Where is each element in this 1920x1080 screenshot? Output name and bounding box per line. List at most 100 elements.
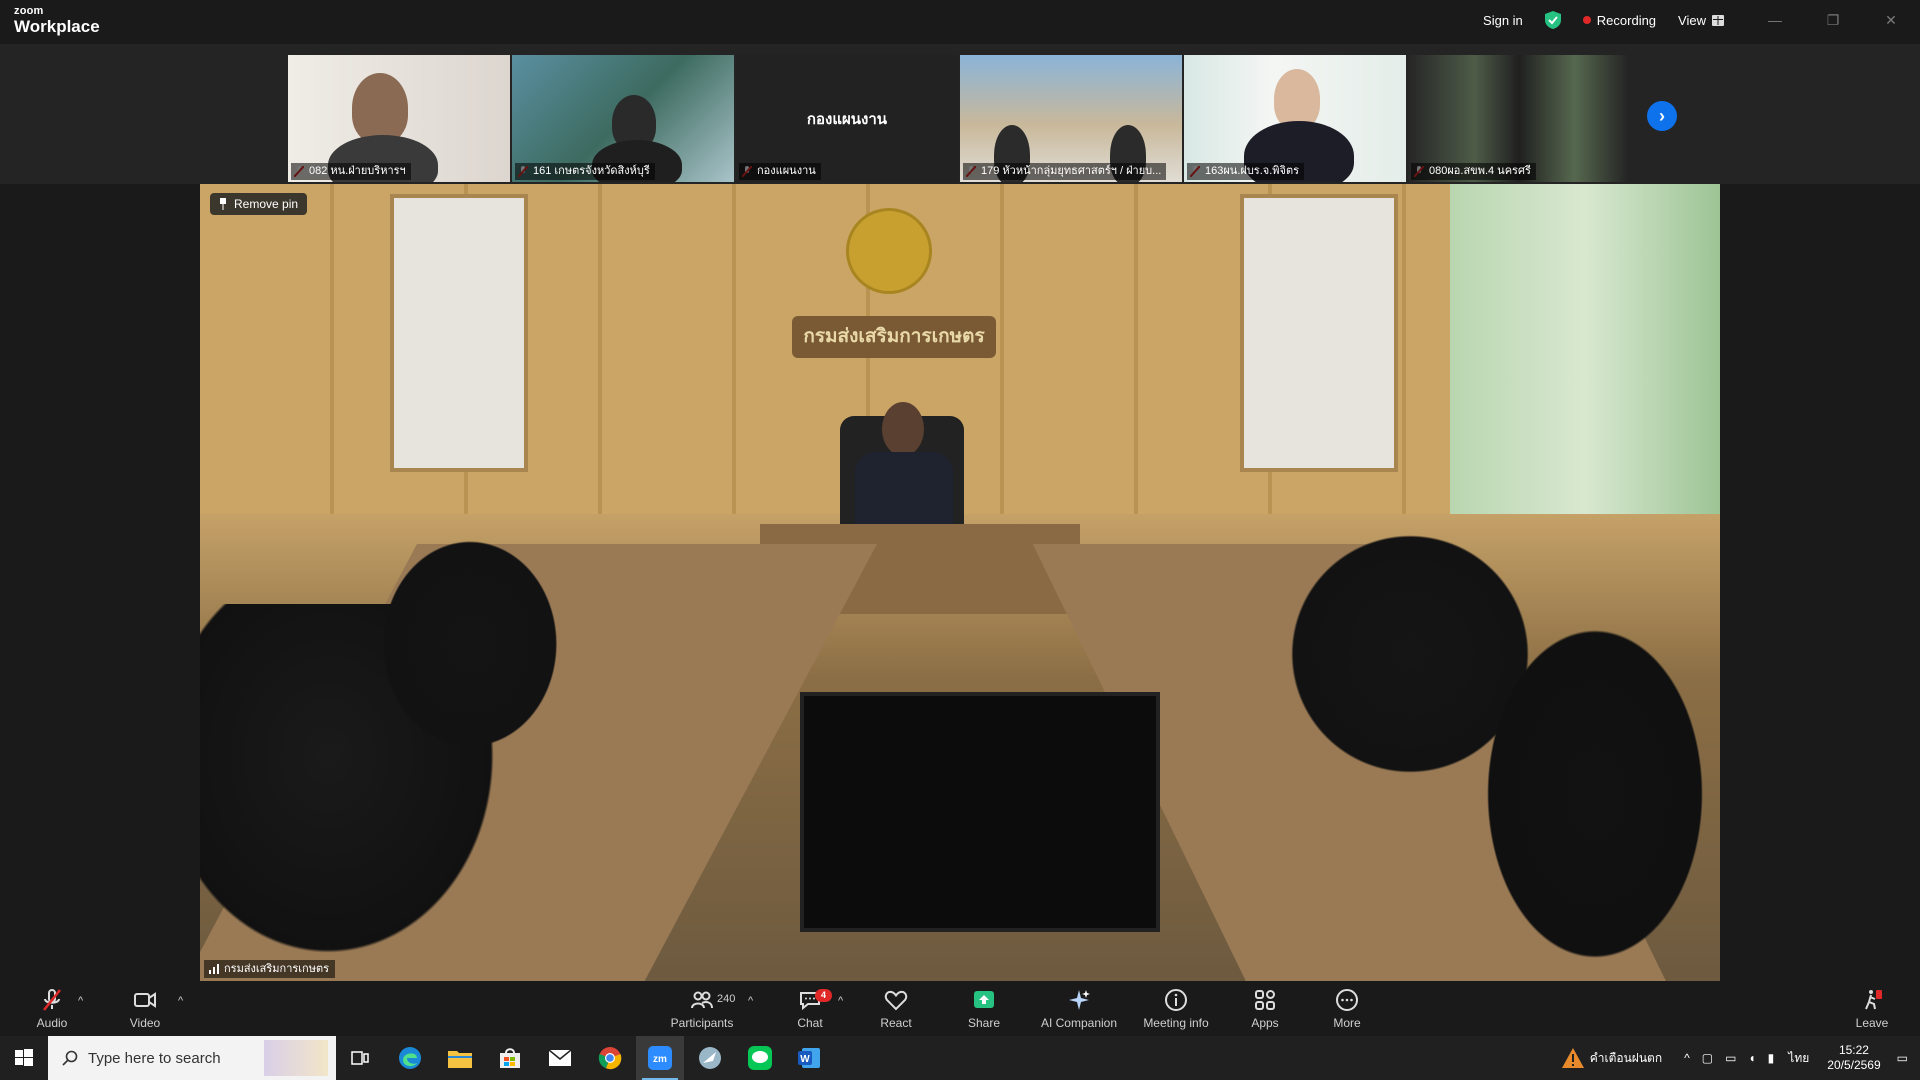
system-tray: คำเตือนฝนตก ^ ▢ ▭ ◖ ▮ ไทย 15:22 20/5/256… <box>1561 1036 1920 1080</box>
view-button[interactable]: View <box>1678 13 1724 28</box>
input-language[interactable]: ไทย <box>1788 1049 1809 1068</box>
svg-text:zm: zm <box>653 1054 667 1065</box>
tile-name: 082 หน.ฝ่ายบริหารฯ <box>291 163 411 180</box>
task-view-icon <box>351 1051 369 1065</box>
react-button[interactable]: React <box>874 981 918 1036</box>
mic-muted-icon <box>43 988 61 1011</box>
svg-text:W: W <box>800 1054 810 1065</box>
gallery-tile[interactable]: 080ผอ.สขพ.4 นครศรี <box>1408 55 1630 182</box>
folder-icon <box>448 1051 472 1068</box>
taskbar-file-explorer[interactable] <box>436 1036 484 1080</box>
video-label: Video <box>129 1015 161 1030</box>
apps-button[interactable]: Apps <box>1243 981 1287 1036</box>
apps-icon <box>1255 989 1275 1010</box>
leave-label: Leave <box>1855 1015 1889 1030</box>
search-placeholder: Type here to search <box>88 1049 221 1067</box>
taskbar-search[interactable]: Type here to search <box>48 1036 336 1080</box>
ai-companion-button[interactable]: AI Companion <box>1038 981 1120 1036</box>
weather-warning-icon <box>1561 1048 1584 1068</box>
monitor <box>800 692 1160 932</box>
task-view-button[interactable] <box>336 1036 384 1080</box>
taskbar-edge[interactable] <box>386 1036 434 1080</box>
close-button[interactable]: ✕ <box>1862 0 1920 40</box>
meet-now-icon[interactable]: ▢ <box>1702 1051 1713 1065</box>
participants-button[interactable]: Participants <box>664 981 740 1036</box>
share-button[interactable]: Share <box>962 981 1006 1036</box>
participants-icon <box>691 991 713 1008</box>
meeting-info-button[interactable]: Meeting info <box>1138 981 1214 1036</box>
heart-icon <box>884 990 908 1010</box>
minimize-button[interactable]: — <box>1746 0 1804 40</box>
leave-button[interactable]: Leave <box>1850 981 1894 1036</box>
taskbar-word[interactable]: W <box>786 1036 834 1080</box>
brand-name: Workplace <box>14 17 100 36</box>
chat-unread-badge: 4 <box>815 989 832 1002</box>
video-camera-icon <box>134 991 156 1008</box>
share-label: Share <box>967 1015 1001 1030</box>
maximize-button[interactable]: ❐ <box>1804 0 1862 40</box>
audio-button[interactable]: Audio <box>30 981 74 1036</box>
minimize-icon: — <box>1768 12 1782 28</box>
microphone-icon[interactable]: ▮ <box>1768 1051 1775 1065</box>
chat-options-caret[interactable]: ^ <box>838 995 843 1007</box>
line-app-icon <box>748 1046 772 1070</box>
weather-text: คำเตือนฝนตก <box>1589 1050 1663 1065</box>
zoom-logo: zoom Workplace <box>14 6 100 36</box>
more-label: More <box>1333 1015 1361 1030</box>
more-button[interactable]: More <box>1325 981 1369 1036</box>
participants-options-caret[interactable]: ^ <box>748 995 753 1007</box>
edge-icon <box>399 1047 421 1069</box>
remove-pin-label: Remove pin <box>234 197 299 211</box>
volume-icon[interactable]: ◖ <box>1748 1051 1755 1065</box>
ai-companion-label: AI Companion <box>1040 1015 1118 1030</box>
remove-pin-button[interactable]: Remove pin <box>210 193 308 215</box>
feather-app-icon <box>699 1047 721 1069</box>
weather-widget[interactable]: คำเตือนฝนตก <box>1561 1048 1663 1068</box>
react-label: React <box>880 1015 912 1030</box>
taskbar-chrome[interactable] <box>586 1036 634 1080</box>
chat-label: Chat <box>797 1015 823 1030</box>
emblem <box>846 208 932 294</box>
taskbar-clock[interactable]: 15:22 20/5/2569 <box>1827 1043 1880 1073</box>
attendees-right-2 <box>1470 604 1720 981</box>
tile-name: 163ผน.ฝบร.จ.พิจิตร <box>1187 163 1305 180</box>
gallery-tile[interactable]: 082 หน.ฝ่ายบริหารฯ <box>288 55 510 182</box>
network-icon[interactable]: ▭ <box>1725 1051 1736 1065</box>
tile-name: 080ผอ.สขพ.4 นครศรี <box>1411 163 1536 180</box>
gallery-tile[interactable]: 163ผน.ฝบร.จ.พิจิตร <box>1184 55 1406 182</box>
participants-label: Participants <box>670 1015 734 1030</box>
wall-window-right <box>1240 194 1398 472</box>
gallery-next-button[interactable]: › <box>1647 101 1677 131</box>
gallery-tile[interactable]: 179 หัวหน้ากลุ่มยุทธศาสตร์ฯ / ฝ่ายบ... <box>960 55 1182 182</box>
encryption-shield[interactable] <box>1544 11 1561 29</box>
view-label: View <box>1678 12 1706 28</box>
windows-taskbar: Type here to search zm W คำเตือนฝนตก ^ ▢… <box>0 1036 1920 1080</box>
audio-options-caret[interactable]: ^ <box>78 995 83 1007</box>
clock-date: 20/5/2569 <box>1827 1058 1881 1072</box>
video-name-tag: กรมส่งเสริมการเกษตร <box>204 960 336 978</box>
gallery-tile[interactable]: 161 เกษตรจังหวัดสิงห์บุรี <box>512 55 734 182</box>
participant-video <box>352 73 408 143</box>
notifications-icon[interactable]: ▭ <box>1897 1051 1908 1065</box>
sparkle-icon <box>1069 989 1090 1010</box>
taskbar-app-bird[interactable] <box>686 1036 734 1080</box>
taskbar-zoom[interactable]: zm <box>636 1036 684 1080</box>
taskbar-mail[interactable] <box>536 1036 584 1080</box>
taskbar-line[interactable] <box>736 1036 784 1080</box>
word-icon: W <box>798 1048 820 1068</box>
tile-name: 161 เกษตรจังหวัดสิงห์บุรี <box>515 163 655 180</box>
taskbar-store[interactable] <box>486 1036 534 1080</box>
more-icon <box>1336 988 1358 1011</box>
gallery-tile[interactable]: กองแผนงาน กองแผนงาน <box>736 55 958 182</box>
video-button[interactable]: Video <box>122 981 168 1036</box>
recording-indicator[interactable]: Recording <box>1582 12 1657 28</box>
signal-bars-icon <box>209 964 219 974</box>
video-options-caret[interactable]: ^ <box>178 995 183 1007</box>
tray-overflow-icon[interactable]: ^ <box>1684 1051 1690 1065</box>
recording-label: Recording <box>1596 12 1657 28</box>
start-button[interactable] <box>0 1036 48 1080</box>
main-video[interactable]: กรมส่งเสริมการเกษตร Remove pin กรมส่งเสร… <box>200 184 1720 981</box>
sign-in-button[interactable]: Sign in <box>1483 13 1523 28</box>
record-dot-icon <box>1582 16 1591 24</box>
pin-icon <box>220 198 226 210</box>
